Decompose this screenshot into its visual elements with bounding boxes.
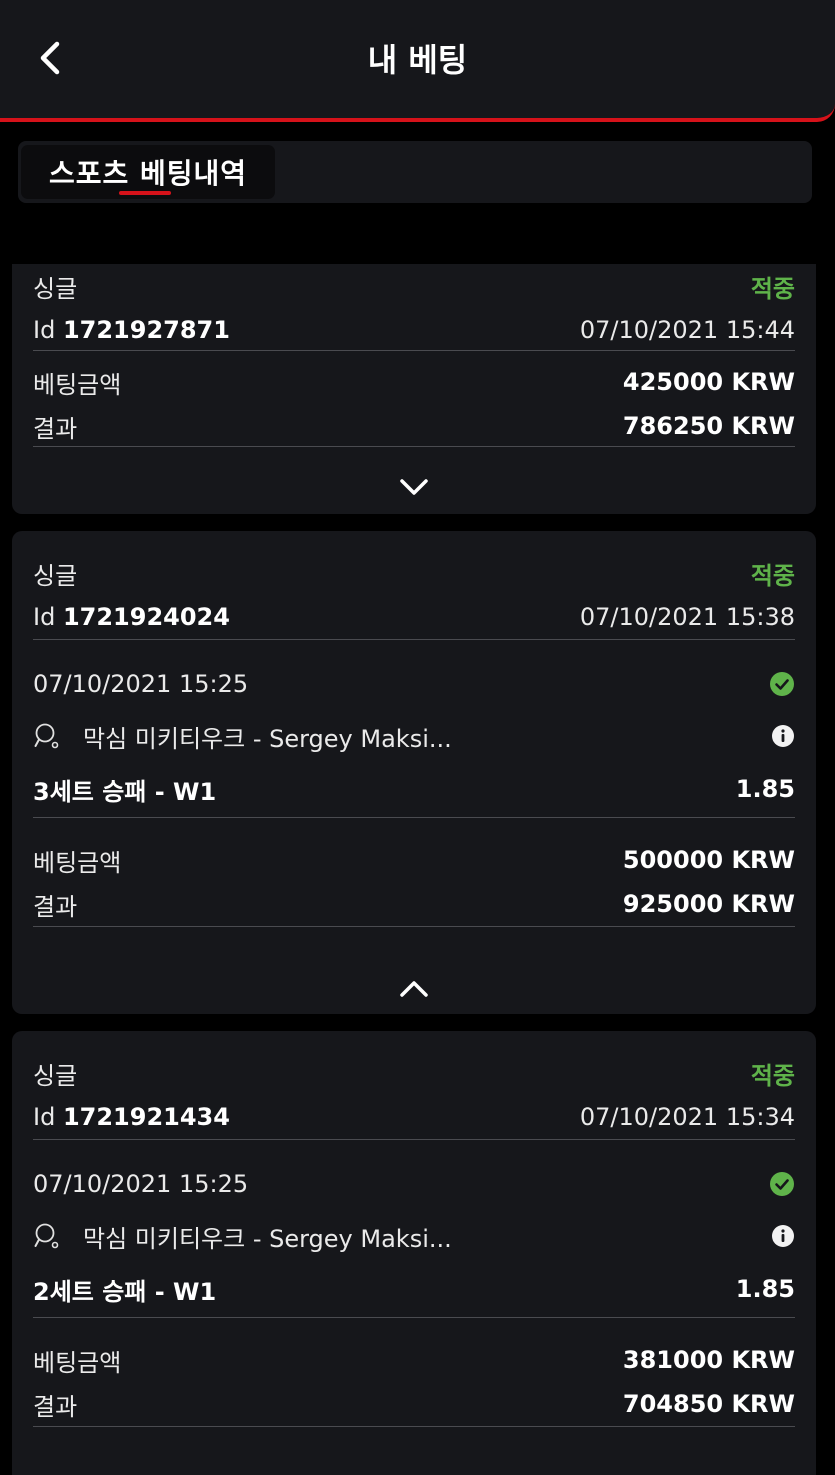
- divider: [33, 639, 795, 640]
- divider: [33, 350, 795, 351]
- chevron-up-icon: [400, 981, 428, 997]
- divider: [33, 926, 795, 927]
- check-circle-icon: [769, 671, 795, 697]
- top-bar: 내 베팅: [0, 0, 835, 122]
- divider: [33, 1139, 795, 1140]
- check-circle-icon: [769, 1171, 795, 1197]
- tab-sports-bet-history[interactable]: 스포츠 베팅내역: [21, 145, 275, 199]
- info-icon[interactable]: [771, 1224, 795, 1248]
- divider: [33, 817, 795, 818]
- table-tennis-icon: [33, 722, 61, 750]
- market-name: 3세트 승패 - W1: [33, 777, 217, 806]
- stake-value: 381000 KRW: [622, 1346, 795, 1374]
- bet-card: 싱글 적중 Id 1721927871 07/10/2021 15:44 베팅금…: [12, 264, 816, 514]
- bet-card: 싱글 적중 Id 1721921434 07/10/2021 15:34 07/…: [12, 1031, 816, 1475]
- tab-active-indicator: [119, 191, 171, 195]
- market-name: 2세트 승패 - W1: [33, 1277, 217, 1306]
- odds-value: 1.85: [735, 1275, 795, 1303]
- divider: [33, 446, 795, 447]
- bet-datetime: 07/10/2021 15:44: [579, 316, 795, 344]
- expand-button[interactable]: [394, 471, 434, 503]
- app-root: 내 베팅 스포츠 베팅내역 싱글 적중 Id 1721927871 07/10/…: [0, 0, 835, 1475]
- bet-type: 싱글: [33, 1061, 78, 1090]
- stake-value: 500000 KRW: [622, 846, 795, 874]
- page-title: 내 베팅: [367, 41, 468, 79]
- divider: [33, 1426, 795, 1427]
- event-name: 막심 미키티우크 - Sergey Maksi...: [33, 1219, 452, 1254]
- stake-label: 베팅금액: [33, 1348, 122, 1377]
- odds-value: 1.85: [735, 775, 795, 803]
- stake-value: 425000 KRW: [622, 368, 795, 396]
- bet-datetime: 07/10/2021 15:34: [579, 1103, 795, 1131]
- event-title: 막심 미키티우크 - Sergey Maksi...: [83, 724, 452, 753]
- stake-label: 베팅금액: [33, 848, 122, 877]
- table-tennis-icon: [33, 1222, 61, 1250]
- divider: [33, 1317, 795, 1318]
- stake-label: 베팅금액: [33, 370, 122, 399]
- bet-id: Id 1721921434: [33, 1103, 230, 1131]
- bet-id: Id 1721924024: [33, 603, 230, 631]
- bet-card: 싱글 적중 Id 1721924024 07/10/2021 15:38 07/…: [12, 531, 816, 1014]
- status-badge: 적중: [750, 274, 795, 303]
- bet-id: Id 1721927871: [33, 316, 230, 344]
- result-label: 결과: [33, 1392, 78, 1421]
- chevron-down-icon: [400, 479, 428, 495]
- info-icon[interactable]: [771, 724, 795, 748]
- tab-label: 스포츠 베팅내역: [48, 157, 248, 190]
- status-badge: 적중: [750, 1061, 795, 1090]
- bet-type: 싱글: [33, 274, 78, 303]
- event-datetime: 07/10/2021 15:25: [33, 670, 249, 698]
- result-value: 704850 KRW: [622, 1390, 795, 1418]
- tab-bar: 스포츠 베팅내역: [18, 141, 812, 203]
- event-title: 막심 미키티우크 - Sergey Maksi...: [83, 1224, 452, 1253]
- status-badge: 적중: [750, 561, 795, 590]
- event-name: 막심 미키티우크 - Sergey Maksi...: [33, 719, 452, 754]
- result-label: 결과: [33, 414, 78, 443]
- bet-datetime: 07/10/2021 15:38: [579, 603, 795, 631]
- result-label: 결과: [33, 892, 78, 921]
- result-value: 786250 KRW: [622, 412, 795, 440]
- collapse-button[interactable]: [394, 973, 434, 1005]
- result-value: 925000 KRW: [622, 890, 795, 918]
- bet-type: 싱글: [33, 561, 78, 590]
- event-datetime: 07/10/2021 15:25: [33, 1170, 249, 1198]
